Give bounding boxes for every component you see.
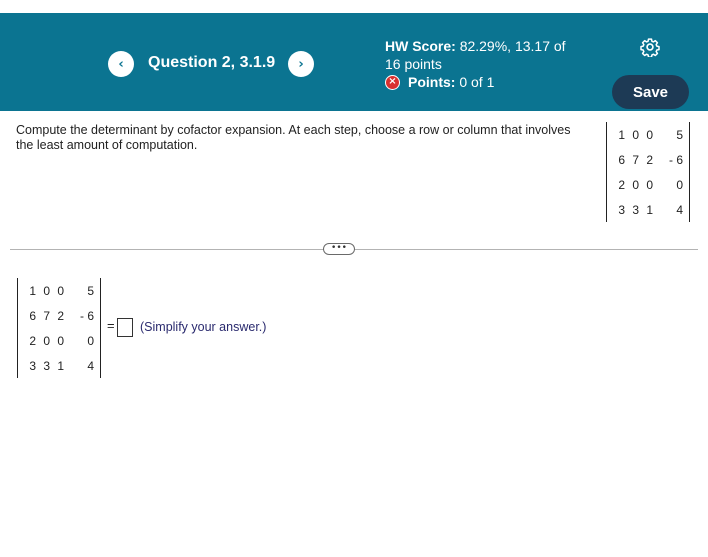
points-row: × Points: 0 of 1 [385, 73, 566, 91]
matrix-cell: 0 [57, 333, 64, 348]
matrix-cell: 2 [57, 308, 64, 323]
matrix-cell: 0 [43, 333, 50, 348]
matrix-cell: 2 [29, 333, 36, 348]
matrix-cell: 1 [29, 283, 36, 298]
matrix-cell: 1 [646, 202, 653, 217]
matrix-row: 2 0 0 0 [18, 328, 100, 353]
simplify-hint: (Simplify your answer.) [140, 320, 267, 334]
matrix-cell: 3 [618, 202, 625, 217]
score-block: HW Score: 82.29%, 13.17 of 16 points × P… [385, 37, 566, 91]
matrix-display: 1 0 0 5 6 7 2 - 6 2 0 0 0 3 3 1 4 [606, 122, 690, 222]
chevron-right-icon: › [298, 56, 304, 72]
expand-more-button[interactable]: ••• [323, 243, 355, 255]
matrix-cell: 0 [632, 127, 639, 142]
matrix-cell: 0 [676, 177, 683, 192]
matrix-row: 6 7 2 - 6 [607, 147, 689, 172]
chevron-left-icon: ‹ [118, 56, 124, 72]
hw-score-value: 82.29%, 13.17 of [459, 38, 566, 54]
matrix-cell: 0 [646, 127, 653, 142]
matrix-cell: 2 [618, 177, 625, 192]
hw-score: HW Score: 82.29%, 13.17 of [385, 37, 566, 55]
matrix-row: 3 3 1 4 [607, 197, 689, 222]
matrix-cell: 0 [43, 283, 50, 298]
equals-sign: = [107, 318, 115, 333]
matrix-cell: 0 [87, 333, 94, 348]
answer-matrix: 1 0 0 5 6 7 2 - 6 2 0 0 0 3 3 1 4 [17, 278, 101, 378]
incorrect-icon: × [385, 74, 400, 90]
matrix-cell: 2 [646, 152, 653, 167]
matrix-cell: 1 [618, 127, 625, 142]
matrix-row: 1 0 0 5 [18, 278, 100, 303]
save-button[interactable]: Save [612, 75, 689, 109]
matrix-cell: 3 [29, 358, 36, 373]
matrix-cell: - 6 [79, 308, 94, 323]
header-bar: ‹ Question 2, 3.1.9 › HW Score: 82.29%, … [0, 13, 708, 111]
matrix-cell: 5 [87, 283, 94, 298]
matrix-cell: 3 [632, 202, 639, 217]
matrix-row: 2 0 0 0 [607, 172, 689, 197]
matrix-cell: 6 [618, 152, 625, 167]
matrix-cell: 0 [646, 177, 653, 192]
matrix-cell: 7 [632, 152, 639, 167]
question-title: Question 2, 3.1.9 [148, 54, 276, 71]
matrix-cell: 3 [43, 358, 50, 373]
points-value: 0 of 1 [459, 74, 495, 90]
gear-icon[interactable] [640, 37, 660, 57]
matrix-cell: 5 [676, 127, 683, 142]
matrix-row: 6 7 2 - 6 [18, 303, 100, 328]
points-label: Points: [408, 74, 456, 90]
matrix-cell: - 6 [668, 152, 683, 167]
matrix-cell: 7 [43, 308, 50, 323]
matrix-cell: 1 [57, 358, 64, 373]
matrix-cell: 4 [676, 202, 683, 217]
previous-question-button[interactable]: ‹ [108, 51, 134, 77]
hw-score-value-line2: 16 points [385, 56, 442, 72]
matrix-row: 3 3 1 4 [18, 353, 100, 378]
next-question-button[interactable]: › [288, 51, 314, 77]
matrix-cell: 4 [87, 358, 94, 373]
answer-input[interactable] [117, 318, 133, 337]
matrix-cell: 0 [57, 283, 64, 298]
matrix-row: 1 0 0 5 [607, 122, 689, 147]
hw-score-label: HW Score: [385, 38, 456, 54]
matrix-cell: 6 [29, 308, 36, 323]
matrix-cell: 0 [632, 177, 639, 192]
question-instructions: Compute the determinant by cofactor expa… [16, 123, 571, 152]
